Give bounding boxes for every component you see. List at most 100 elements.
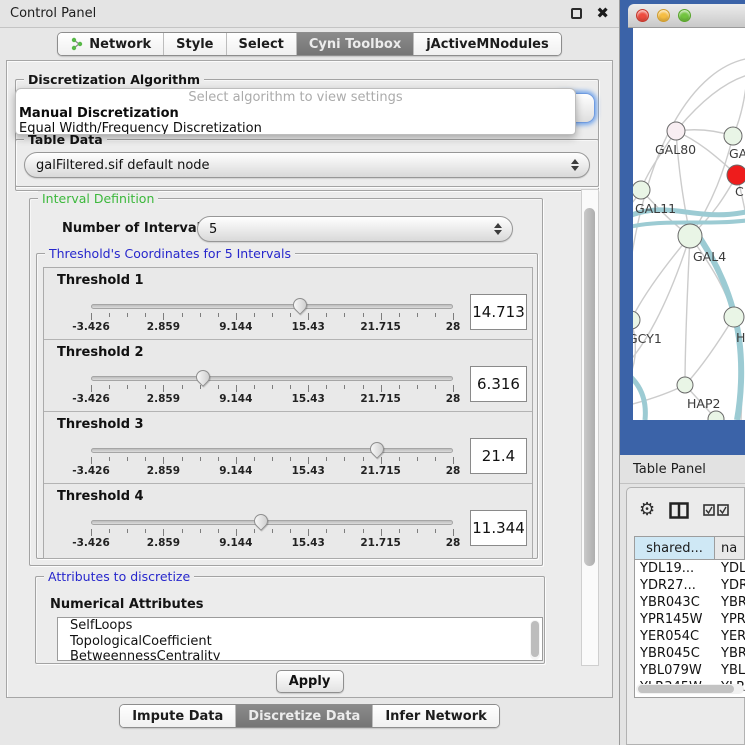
top-tab-bar-jactivemnodules[interactable]: jActiveMNodules (414, 33, 561, 55)
slider-tick (200, 457, 201, 461)
control-panel-titlebar: Control Panel ✖ (0, 0, 619, 28)
slider-track[interactable] (91, 520, 453, 525)
algorithm-option[interactable]: Manual Discretization (16, 106, 575, 121)
attribute-list-item[interactable]: TopologicalCoefficient (58, 634, 542, 650)
slider-handle[interactable] (193, 367, 213, 387)
table-row[interactable]: YPR145WYPR1 (635, 611, 745, 628)
zoom-traffic-light-icon[interactable] (678, 9, 691, 22)
bottom-tab-bar-discretize-data[interactable]: Discretize Data (236, 705, 373, 727)
slider-track[interactable] (91, 448, 453, 453)
network-node[interactable] (724, 307, 744, 327)
threshold-value-field[interactable]: 11.344 (470, 510, 527, 546)
interval-definition-label: Interval Definition (38, 191, 158, 206)
attributes-list-scrollbar[interactable] (530, 620, 540, 660)
top-tab-bar-cyni-toolbox[interactable]: Cyni Toolbox (297, 33, 414, 55)
slider-tick (435, 385, 436, 389)
table-row[interactable]: YBL079WYBL0 (635, 662, 745, 679)
slider-handle[interactable] (251, 511, 271, 531)
slider-track[interactable] (91, 376, 453, 381)
network-node[interactable] (633, 311, 640, 329)
slider-tick (363, 385, 364, 389)
slider-handle[interactable] (367, 439, 387, 459)
bottom-tab-bar-infer-network[interactable]: Infer Network (373, 705, 498, 727)
numerical-attributes-list[interactable]: SelfLoopsTopologicalCoefficientBetweenne… (57, 617, 543, 661)
table-header-name[interactable]: na (715, 537, 745, 559)
tab-label: Discretize Data (248, 709, 360, 724)
table-horizontal-scrollbar[interactable] (636, 684, 744, 694)
node-attribute-table[interactable]: shared... na YDL19...YDL1YDR27...YDR2YBR… (634, 536, 745, 698)
top-tab-bar-style[interactable]: Style (164, 33, 226, 55)
settings-vertical-scrollbar[interactable] (581, 189, 599, 666)
select-columns-checkboxes-icon[interactable] (703, 504, 729, 516)
algorithm-dropdown-popup: Select algorithm to view settings Manual… (15, 88, 576, 135)
attributes-to-discretize-label: Attributes to discretize (44, 569, 194, 584)
network-node[interactable] (633, 181, 650, 199)
columns-icon[interactable] (669, 502, 689, 519)
slider-tick (399, 457, 400, 461)
gear-icon[interactable]: ⚙ (639, 501, 655, 519)
float-window-icon[interactable] (571, 8, 582, 19)
network-node[interactable] (667, 122, 685, 140)
slider-track[interactable] (91, 304, 453, 309)
network-node[interactable] (678, 224, 702, 248)
bottom-tab-bar-impute-data[interactable]: Impute Data (120, 705, 236, 727)
attribute-list-item[interactable]: SelfLoops (58, 618, 542, 634)
slider-tick (127, 385, 128, 389)
slider-tick (127, 313, 128, 317)
table-header-shared-name[interactable]: shared... (635, 537, 715, 559)
table-cell-name: YBR0 (715, 645, 745, 662)
slider-tick (236, 529, 237, 536)
slider-tick (200, 313, 201, 317)
algorithm-popup-placeholder: Select algorithm to view settings (16, 90, 575, 106)
attribute-list-item[interactable]: BetweennessCentrality (58, 649, 542, 661)
slider-handle[interactable] (290, 295, 310, 315)
slider-tick (381, 457, 382, 464)
slider-tick (182, 457, 183, 461)
network-node[interactable] (724, 127, 742, 145)
table-data-combobox[interactable]: galFiltered.sif default node (24, 152, 590, 178)
table-row[interactable]: YIL052CYIL0 (635, 696, 745, 698)
table-row[interactable]: YBR045CYBR0 (635, 645, 745, 662)
threshold-slider[interactable]: -3.4262.8599.14415.4321.71528 (91, 376, 453, 408)
slider-tick (91, 385, 92, 392)
threshold-panel-3: Threshold 3-3.4262.8599.14415.4321.71528… (44, 412, 532, 484)
top-tab-bar-network[interactable]: Network (58, 33, 164, 55)
table-row[interactable]: YDR27...YDR2 (635, 577, 745, 594)
slider-tick (91, 457, 92, 464)
table-row[interactable]: YBR043CYBR0 (635, 594, 745, 611)
threshold-slider[interactable]: -3.4262.8599.14415.4321.71528 (91, 520, 453, 552)
minimize-traffic-light-icon[interactable] (657, 9, 670, 22)
slider-tick (308, 529, 309, 536)
network-node[interactable] (727, 165, 745, 185)
scrollbar-thumb[interactable] (584, 208, 595, 566)
close-icon[interactable]: ✖ (596, 6, 609, 21)
slider-tick-label: 28 (446, 465, 461, 477)
top-tab-bar-select[interactable]: Select (227, 33, 297, 55)
number-of-intervals-value: 5 (209, 222, 217, 237)
algorithm-option[interactable]: Equal Width/Frequency Discretization (16, 121, 575, 135)
threshold-value-field[interactable]: 6.316 (470, 366, 527, 402)
attributes-to-discretize-group: Attributes to discretize Numerical Attri… (35, 576, 545, 664)
threshold-slider[interactable]: -3.4262.8599.14415.4321.71528 (91, 304, 453, 336)
slider-tick (218, 385, 219, 389)
slider-tick-label: 2.859 (147, 465, 180, 477)
threshold-panel-1: Threshold 1-3.4262.8599.14415.4321.71528… (44, 268, 532, 340)
close-traffic-light-icon[interactable] (636, 9, 649, 22)
table-row[interactable]: YER054CYER0 (635, 628, 745, 645)
apply-button[interactable]: Apply (276, 670, 344, 693)
table-toolbar: ⚙ (627, 494, 744, 526)
discretization-algorithm-label: Discretization Algorithm (24, 72, 204, 87)
threshold-slider[interactable]: -3.4262.8599.14415.4321.71528 (91, 448, 453, 480)
threshold-value-field[interactable]: 21.4 (470, 438, 527, 474)
slider-tick (435, 529, 436, 533)
network-canvas[interactable]: GAL80GACGAL11GAL4GCY1HHAP2 (633, 28, 745, 420)
network-node[interactable] (677, 377, 693, 393)
threshold-value-field[interactable]: 14.713 (470, 294, 527, 330)
table-cell-shared-name: YPR145W (635, 611, 715, 628)
number-of-intervals-combobox[interactable]: 5 (197, 216, 513, 242)
slider-tick (163, 385, 164, 392)
table-row[interactable]: YDL19...YDL1 (635, 560, 745, 577)
slider-tick (363, 529, 364, 533)
control-panel-title: Control Panel (10, 6, 571, 21)
slider-tick-label: 15.43 (292, 393, 325, 405)
